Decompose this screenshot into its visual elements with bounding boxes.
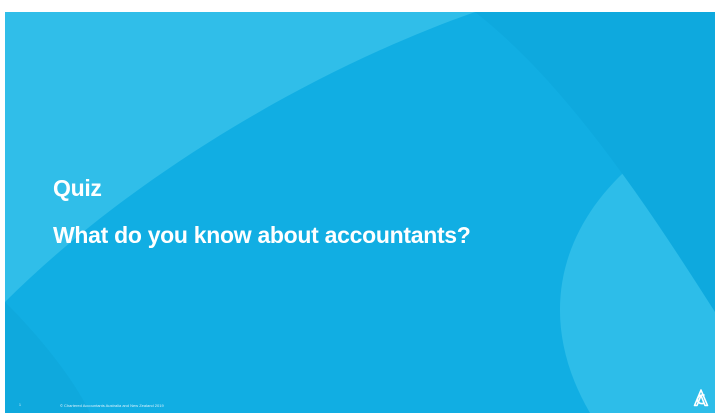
slide-heading-question: What do you know about accountants? [53,222,471,248]
bottom-left-arc [5,302,90,413]
copyright-notice: © Chartered Accountants Australia and Ne… [60,403,164,408]
title-block: Quiz What do you know about accountants? [53,174,471,250]
slide-heading-quiz: Quiz [53,175,102,201]
top-left-swoosh [5,12,475,302]
ca-anz-logo-icon [693,389,709,407]
presentation-slide: Quiz What do you know about accountants?… [5,12,715,413]
slide-page-number: 1 [19,403,21,407]
page: Quiz What do you know about accountants?… [0,0,720,413]
